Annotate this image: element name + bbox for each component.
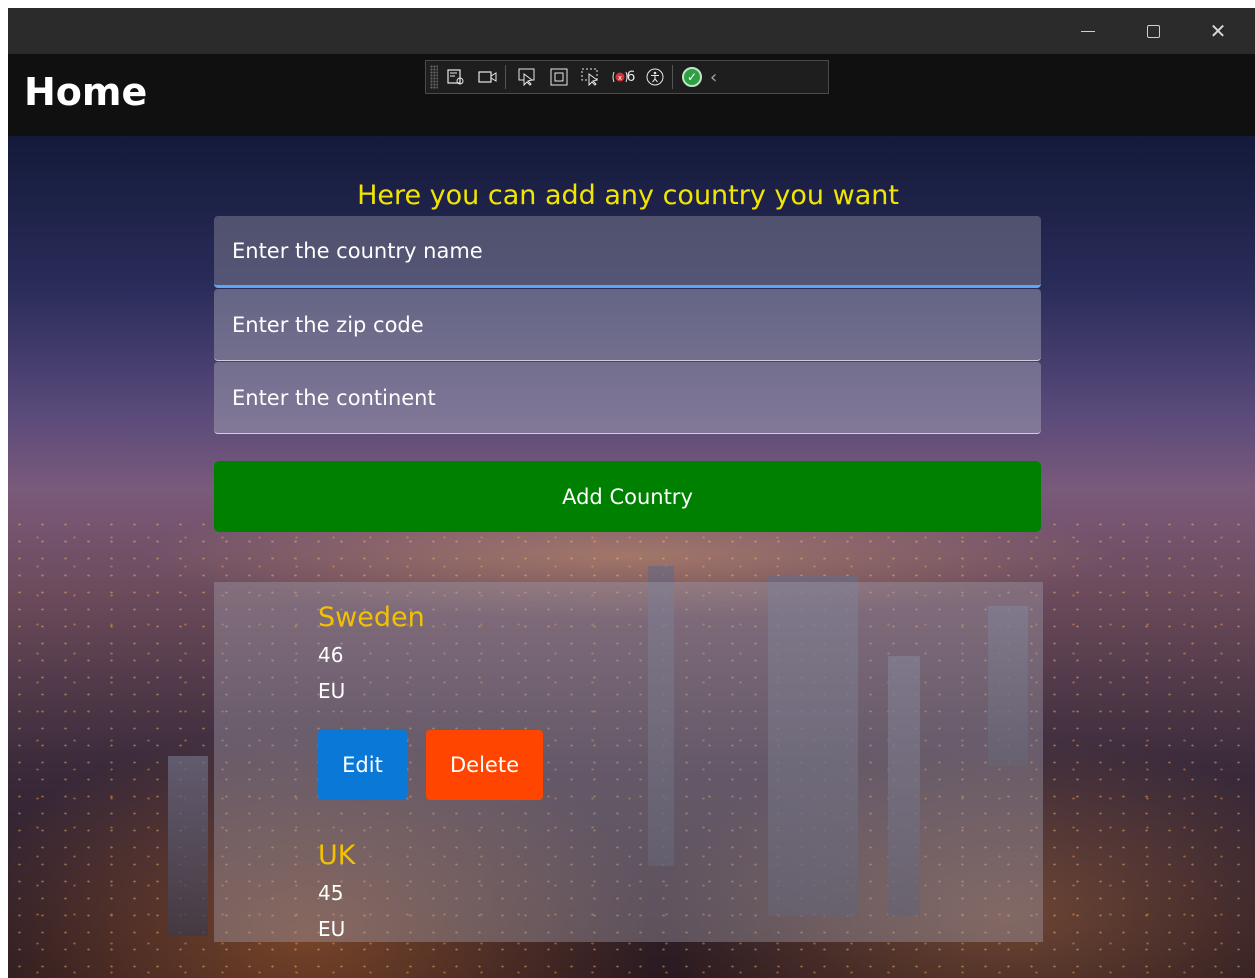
hot-reload-ok-icon[interactable]: ✓ [682, 67, 702, 87]
minimize-button[interactable] [1058, 8, 1118, 54]
select-element-icon[interactable] [513, 64, 541, 90]
edit-button[interactable]: Edit [318, 730, 407, 800]
record-icon[interactable] [474, 64, 502, 90]
maximize-icon [1146, 24, 1160, 38]
collapse-toolbar-icon[interactable]: ‹ [710, 67, 717, 88]
list-item: Sweden 46 EU [318, 602, 718, 703]
delete-button[interactable]: Delete [426, 730, 543, 800]
country-zip: 46 [318, 643, 344, 667]
country-continent: EU [318, 917, 346, 941]
background-building [168, 756, 208, 936]
main-content: Here you can add any country you want Ad… [8, 136, 1255, 978]
page-heading: Here you can add any country you want [357, 180, 899, 211]
title-bar: ✕ [8, 8, 1255, 54]
binding-failures-count: 6 [626, 69, 636, 85]
zip-code-field[interactable] [214, 289, 1041, 361]
toolbar-grip[interactable] [430, 65, 438, 89]
zip-code-input[interactable] [214, 289, 1041, 360]
page-title: Home [24, 70, 148, 114]
close-button[interactable]: ✕ [1188, 8, 1248, 54]
toolbar-separator [505, 65, 506, 89]
country-zip: 45 [318, 881, 344, 905]
live-visual-tree-icon[interactable] [442, 64, 470, 90]
track-focused-element-icon[interactable] [577, 64, 605, 90]
display-layout-adorners-icon[interactable] [545, 64, 573, 90]
svg-text:x: x [617, 74, 621, 82]
country-continent: EU [318, 679, 346, 703]
add-country-button[interactable]: Add Country [214, 461, 1041, 532]
continent-field[interactable] [214, 362, 1041, 434]
close-icon: ✕ [1209, 19, 1227, 43]
country-name: UK [318, 840, 356, 871]
continent-input[interactable] [214, 362, 1041, 433]
binding-failures-icon[interactable]: x 6 [609, 64, 637, 90]
country-name-field[interactable] [214, 216, 1041, 288]
xaml-debug-toolbar: x 6 ✓ ‹ [425, 60, 829, 94]
country-list: Sweden 46 EU Edit Delete UK 45 EU [214, 582, 1043, 942]
list-item: UK 45 EU [318, 840, 718, 941]
country-name-input[interactable] [214, 216, 1041, 285]
country-name: Sweden [318, 602, 425, 633]
accessibility-icon[interactable] [641, 64, 669, 90]
toolbar-separator [672, 65, 673, 89]
maximize-button[interactable] [1123, 8, 1183, 54]
app-window: ✕ Home x 6 ✓ ‹ Here you can add any coun… [8, 8, 1255, 978]
minimize-icon [1081, 30, 1095, 32]
